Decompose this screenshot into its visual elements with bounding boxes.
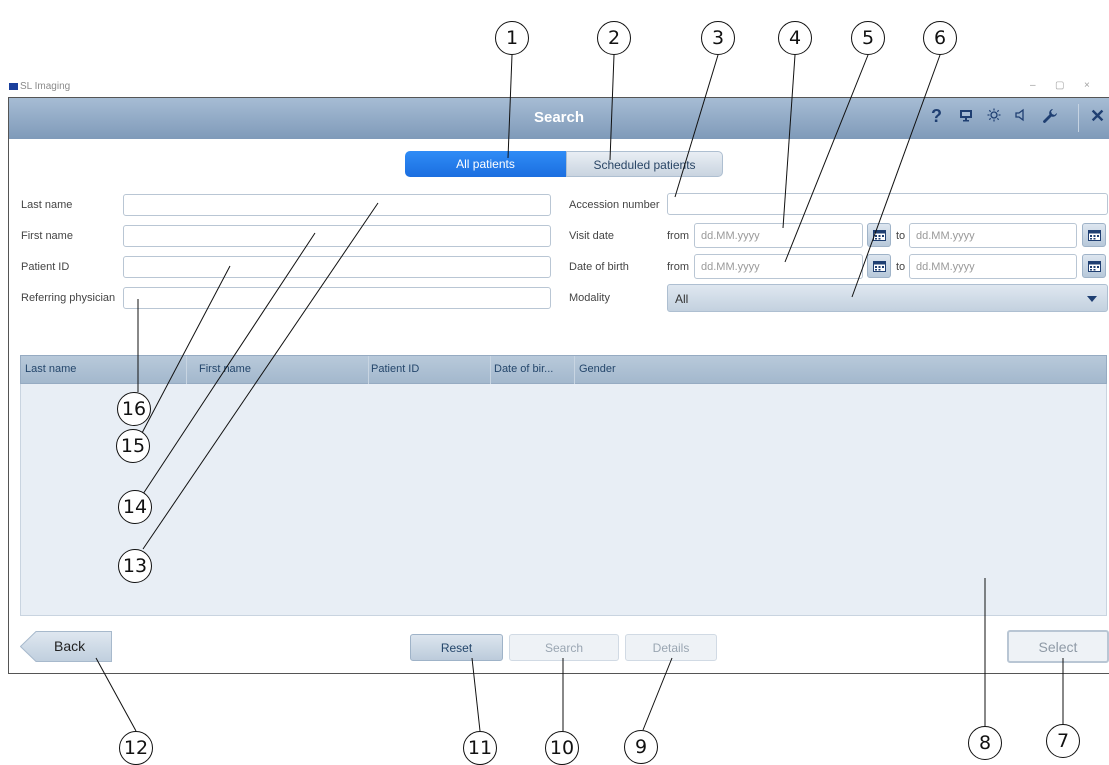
callout-13: 13 [118,549,152,583]
callout-15: 15 [116,429,150,463]
callout-10: 10 [545,731,579,765]
callout-3: 3 [701,21,735,55]
callout-5: 5 [851,21,885,55]
callout-4: 4 [778,21,812,55]
callout-6: 6 [923,21,957,55]
callout-7: 7 [1046,724,1080,758]
callout-9: 9 [624,730,658,764]
callout-8: 8 [968,726,1002,760]
callout-2: 2 [597,21,631,55]
callout-14: 14 [118,490,152,524]
callout-1: 1 [495,21,529,55]
callout-16: 16 [117,392,151,426]
callout-leader-lines [95,54,1064,732]
callout-11: 11 [463,731,497,765]
callout-12: 12 [119,731,153,765]
